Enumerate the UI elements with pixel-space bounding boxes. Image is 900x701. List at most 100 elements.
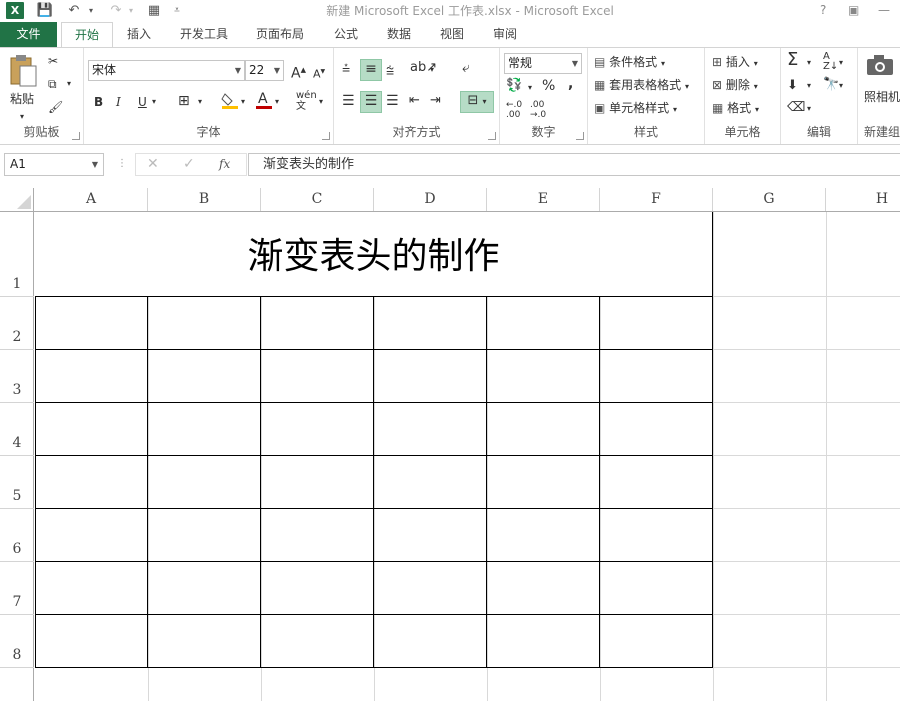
camera-icon[interactable] <box>866 54 896 81</box>
font-color-icon[interactable]: A <box>256 90 272 115</box>
font-launcher-icon[interactable] <box>322 132 330 140</box>
accounting-format-icon[interactable]: 💱 <box>506 77 522 95</box>
redo-icon[interactable]: ↷ <box>105 1 127 21</box>
column-header-a[interactable]: A <box>35 188 148 211</box>
phonetic-dropdown-icon[interactable]: ▾ <box>319 93 323 111</box>
formula-bar-options-icon[interactable]: ⋮ <box>117 155 127 173</box>
clear-dropdown-icon[interactable]: ▾ <box>807 100 811 118</box>
format-as-table-button[interactable]: ▦ 套用表格格式 ▾ <box>594 76 689 96</box>
align-right-icon[interactable]: ☰ <box>386 92 399 110</box>
formula-input[interactable]: 渐变表头的制作 <box>248 153 900 176</box>
tab-page-layout[interactable]: 页面布局 <box>247 22 313 47</box>
column-header-f[interactable]: F <box>600 188 713 211</box>
tab-review[interactable]: 审阅 <box>484 22 526 47</box>
fill-dropdown-icon[interactable]: ▾ <box>807 77 811 95</box>
clear-icon[interactable]: ⌫ <box>787 99 805 117</box>
tab-view[interactable]: 视图 <box>431 22 473 47</box>
underline-dropdown-icon[interactable]: ▾ <box>152 93 156 111</box>
row-header-9[interactable]: 9 <box>0 668 34 701</box>
merge-dropdown-icon[interactable]: ▾ <box>483 97 487 106</box>
comma-style-button[interactable]: , <box>568 75 573 93</box>
fill-color-dropdown-icon[interactable]: ▾ <box>241 93 245 111</box>
column-header-b[interactable]: B <box>148 188 261 211</box>
sort-filter-icon[interactable]: A Z↓ <box>823 52 838 72</box>
fill-color-icon[interactable] <box>221 91 239 114</box>
redo-dropdown-icon[interactable]: ▾ <box>126 1 136 21</box>
autosum-icon[interactable]: Σ <box>787 51 798 69</box>
insert-function-icon[interactable]: fx <box>219 155 230 173</box>
align-middle-icon[interactable]: ≡ <box>360 59 382 81</box>
tab-home[interactable]: 开始 <box>61 22 113 48</box>
cut-icon[interactable]: ✂ <box>48 52 58 70</box>
font-size-select[interactable]: 22 ▼ <box>245 60 284 81</box>
row-header-3[interactable]: 3 <box>0 350 34 403</box>
borders-dropdown-icon[interactable]: ▾ <box>198 93 202 111</box>
decrease-font-icon[interactable]: A▼ <box>313 63 325 84</box>
merge-center-button[interactable]: ⊟ ▾ <box>460 91 494 113</box>
autosum-dropdown-icon[interactable]: ▾ <box>807 54 811 72</box>
format-cells-button[interactable]: ▦ 格式 ▾ <box>712 99 759 119</box>
name-box[interactable]: A1 ▼ <box>4 153 104 176</box>
save-icon[interactable]: 💾 <box>35 1 55 21</box>
number-launcher-icon[interactable] <box>576 132 584 140</box>
decrease-indent-icon[interactable]: ⇤ <box>409 92 420 110</box>
decrease-decimal-icon[interactable]: .00 →.0 <box>530 100 546 120</box>
worksheet-grid[interactable]: 渐变表头的制作 <box>35 212 900 701</box>
underline-button[interactable]: U <box>138 93 147 111</box>
undo-icon[interactable]: ↶ <box>63 1 85 21</box>
row-header-8[interactable]: 8 <box>0 615 34 668</box>
find-dropdown-icon[interactable]: ▾ <box>839 77 843 95</box>
minimize-icon[interactable]: — <box>878 1 890 19</box>
cell-styles-button[interactable]: ▣ 单元格样式 ▾ <box>594 99 677 119</box>
increase-indent-icon[interactable]: ⇥ <box>430 92 441 110</box>
camera-button[interactable]: 照相机 <box>864 88 900 106</box>
enter-icon[interactable]: ✓ <box>183 155 195 173</box>
column-header-e[interactable]: E <box>487 188 600 211</box>
select-all-button[interactable] <box>0 188 34 211</box>
row-header-7[interactable]: 7 <box>0 562 34 615</box>
column-header-d[interactable]: D <box>374 188 487 211</box>
help-icon[interactable]: ? <box>820 1 826 19</box>
clipboard-launcher-icon[interactable] <box>72 132 80 140</box>
insert-cells-button[interactable]: ⊞ 插入 ▾ <box>712 53 758 73</box>
chevron-down-icon[interactable]: ▼ <box>92 154 98 175</box>
align-left-icon[interactable]: ☰ <box>342 92 355 110</box>
fill-icon[interactable]: ⬇ <box>787 77 798 95</box>
row-header-1[interactable]: 1 <box>0 212 34 297</box>
italic-button[interactable]: I <box>116 93 121 111</box>
title-cell[interactable]: 渐变表头的制作 <box>35 212 712 296</box>
calculator-icon[interactable]: ▦ <box>144 1 164 21</box>
row-header-6[interactable]: 6 <box>0 509 34 562</box>
sort-filter-dropdown-icon[interactable]: ▾ <box>839 54 843 72</box>
tab-insert[interactable]: 插入 <box>118 22 160 47</box>
excel-app-icon[interactable]: X <box>6 2 24 19</box>
paste-icon[interactable] <box>8 54 40 90</box>
tab-developer[interactable]: 开发工具 <box>171 22 237 47</box>
ribbon-display-icon[interactable]: ▣ <box>848 1 859 19</box>
column-header-h[interactable]: H <box>826 188 900 211</box>
bold-button[interactable]: B <box>94 93 103 111</box>
copy-dropdown-icon[interactable]: ▾ <box>67 75 71 93</box>
column-header-c[interactable]: C <box>261 188 374 211</box>
wrap-text-icon[interactable]: ⤶ <box>462 59 470 77</box>
alignment-launcher-icon[interactable] <box>488 132 496 140</box>
find-select-icon[interactable]: 🔭 <box>823 76 839 94</box>
font-color-dropdown-icon[interactable]: ▾ <box>275 93 279 111</box>
undo-dropdown-icon[interactable]: ▾ <box>86 1 96 21</box>
tab-data[interactable]: 数据 <box>378 22 420 47</box>
row-header-2[interactable]: 2 <box>0 297 34 350</box>
align-bottom-icon[interactable]: ⩭ <box>386 62 394 80</box>
phonetic-guide-icon[interactable]: wén 文 <box>296 90 317 112</box>
copy-icon[interactable]: ⧉ <box>48 75 57 93</box>
format-painter-icon[interactable]: 🖌 <box>48 98 63 116</box>
customize-toolbar-icon[interactable]: ⩡ <box>170 1 184 21</box>
number-format-select[interactable]: 常规 ▼ <box>504 53 582 74</box>
font-family-select[interactable]: 宋体 ▼ <box>88 60 245 81</box>
row-header-5[interactable]: 5 <box>0 456 34 509</box>
borders-icon[interactable]: ⊞ <box>178 92 190 110</box>
increase-decimal-icon[interactable]: ←.0.00 <box>506 100 522 120</box>
row-header-4[interactable]: 4 <box>0 403 34 456</box>
column-header-g[interactable]: G <box>713 188 826 211</box>
cancel-icon[interactable]: ✕ <box>147 155 159 173</box>
tab-formulas[interactable]: 公式 <box>325 22 367 47</box>
